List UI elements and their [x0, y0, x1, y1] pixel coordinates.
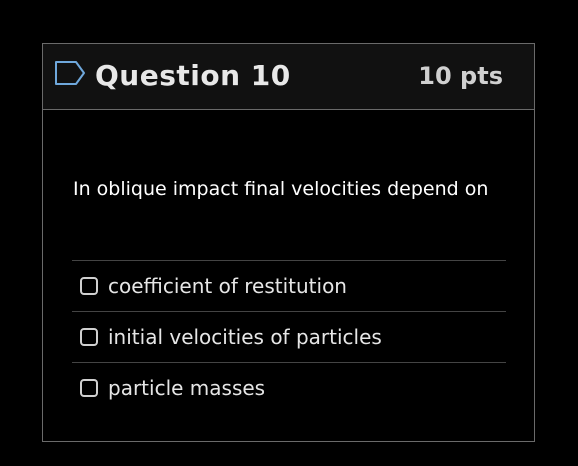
- answer-label: initial velocities of particles: [108, 325, 382, 349]
- answer-option[interactable]: coefficient of restitution: [72, 260, 506, 311]
- checkbox[interactable]: [80, 277, 98, 295]
- answer-label: coefficient of restitution: [108, 274, 347, 298]
- answer-list: coefficient of restitution initial veloc…: [72, 260, 506, 413]
- question-title: Question 10: [95, 59, 291, 92]
- question-points: 10 pts: [418, 62, 503, 90]
- checkbox[interactable]: [80, 328, 98, 346]
- answer-label: particle masses: [108, 376, 266, 400]
- question-card: Question 10 10 pts In oblique impact fin…: [42, 43, 535, 442]
- answer-option[interactable]: particle masses: [72, 362, 506, 413]
- checkbox[interactable]: [80, 379, 98, 397]
- answer-option[interactable]: initial velocities of particles: [72, 311, 506, 362]
- question-header: Question 10 10 pts: [43, 44, 534, 110]
- bookmark-flag-icon[interactable]: [54, 60, 86, 86]
- question-text: In oblique impact final velocities depen…: [73, 178, 489, 200]
